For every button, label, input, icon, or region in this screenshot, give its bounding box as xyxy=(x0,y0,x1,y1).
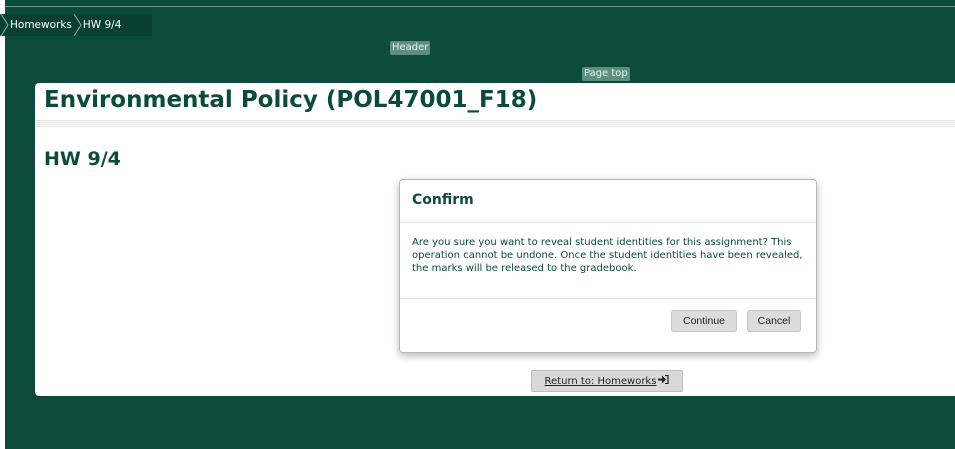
confirm-dialog: Confirm Are you sure you want to reveal … xyxy=(399,179,817,353)
breadcrumb-current-page[interactable]: HW 9/4 xyxy=(82,19,123,31)
breadcrumb-homeworks-link[interactable]: Homeworks xyxy=(9,19,73,31)
return-to-homeworks-button[interactable]: Return to: Homeworks xyxy=(531,370,683,392)
chevron-right-icon xyxy=(73,14,82,36)
cancel-button[interactable]: Cancel xyxy=(747,310,801,332)
course-title: Environmental Policy (POL47001_F18) xyxy=(44,87,538,113)
dialog-message: Are you sure you want to reveal student … xyxy=(412,237,803,274)
breadcrumb: Homeworks HW 9/4 xyxy=(0,14,152,36)
continue-button[interactable]: Continue xyxy=(671,310,737,332)
sign-in-icon xyxy=(658,374,670,387)
section-divider xyxy=(35,120,955,127)
dialog-title: Confirm xyxy=(412,192,474,208)
skip-to-header-link[interactable]: Header xyxy=(390,41,431,55)
top-divider xyxy=(5,6,955,7)
dialog-header: Confirm xyxy=(400,180,816,223)
return-button-label: Return to: Homeworks xyxy=(544,375,657,387)
skip-to-page-top-link[interactable]: Page top xyxy=(582,67,630,81)
assignment-title: HW 9/4 xyxy=(44,148,121,170)
dialog-footer: Continue Cancel xyxy=(400,299,816,352)
chevron-right-icon xyxy=(0,14,9,36)
dialog-body: Are you sure you want to reveal student … xyxy=(400,223,816,299)
